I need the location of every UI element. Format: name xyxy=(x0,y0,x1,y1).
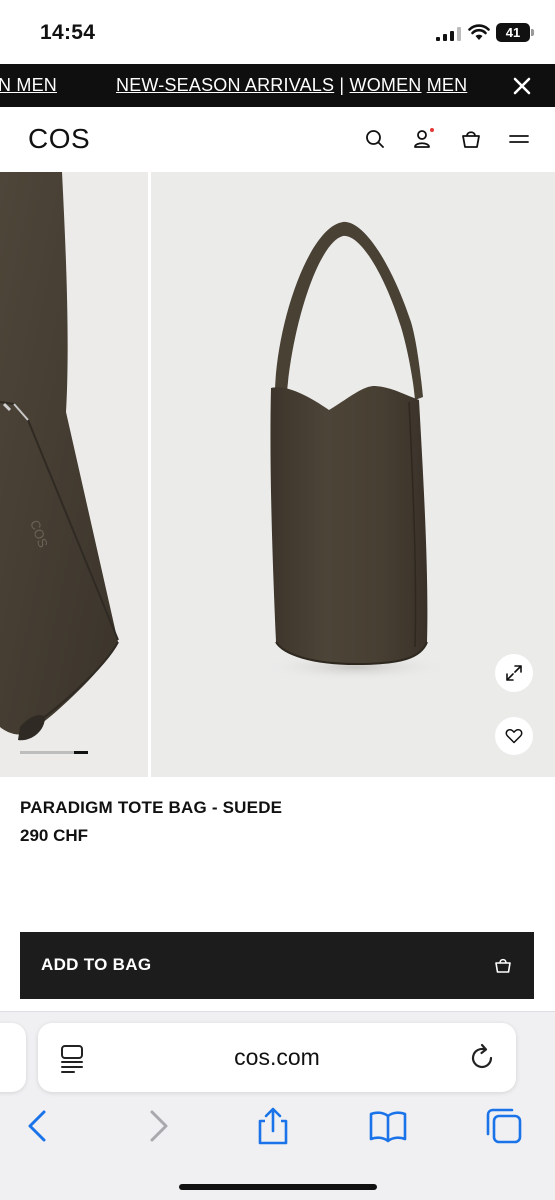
signal-icon xyxy=(436,27,461,41)
account-icon[interactable] xyxy=(411,127,435,151)
promo-message: NEW-SEASON ARRIVALS | WOMEN MEN xyxy=(116,75,467,96)
battery-icon: 41 xyxy=(496,23,530,42)
menu-icon[interactable] xyxy=(507,127,531,151)
bag-detail-image: COS xyxy=(0,172,119,741)
add-to-bag-label: ADD TO BAG xyxy=(41,955,152,974)
address-bar[interactable]: cos.com xyxy=(38,1023,516,1092)
share-icon[interactable] xyxy=(253,1106,293,1146)
battery-tip xyxy=(531,29,534,36)
forward-icon[interactable] xyxy=(138,1106,178,1146)
promo-separator: | xyxy=(339,75,345,95)
cos-logo[interactable]: COS xyxy=(28,123,90,155)
product-gallery[interactable]: COS xyxy=(0,172,555,777)
close-icon[interactable] xyxy=(508,72,536,100)
expand-icon xyxy=(506,665,522,681)
previous-tab-card[interactable] xyxy=(0,1023,26,1092)
promo-fragment[interactable]: N MEN xyxy=(0,75,57,96)
promo-link-men-fragment[interactable]: N MEN xyxy=(0,75,57,95)
url-text[interactable]: cos.com xyxy=(38,1044,516,1071)
account-notification-dot xyxy=(430,128,434,132)
browser-chrome: cos.com xyxy=(0,1011,555,1200)
home-indicator xyxy=(179,1184,377,1190)
promo-link-new-season[interactable]: NEW-SEASON ARRIVALS xyxy=(116,75,334,95)
product-price: 290 CHF xyxy=(20,826,89,845)
reload-icon[interactable] xyxy=(469,1043,497,1073)
heart-icon xyxy=(505,728,523,744)
back-icon[interactable] xyxy=(18,1106,58,1146)
bookmarks-icon[interactable] xyxy=(368,1106,408,1146)
search-icon[interactable] xyxy=(363,127,387,151)
product-image-main[interactable] xyxy=(151,172,555,777)
shopping-bag-icon[interactable] xyxy=(459,127,483,151)
promo-link-women[interactable]: WOMEN xyxy=(350,75,422,95)
status-time: 14:54 xyxy=(40,21,96,44)
product-image-detail[interactable]: COS xyxy=(0,172,148,777)
status-bar: 14:54 41 xyxy=(0,0,555,64)
wifi-icon xyxy=(468,24,490,40)
wishlist-button[interactable] xyxy=(495,717,533,755)
site-header: COS xyxy=(0,107,555,172)
tabs-icon[interactable] xyxy=(484,1106,524,1146)
gallery-pagination-active xyxy=(74,751,88,754)
gallery-pagination xyxy=(20,751,88,754)
promo-banner: N MEN NEW-SEASON ARRIVALS | WOMEN MEN xyxy=(0,64,555,107)
expand-button[interactable] xyxy=(495,654,533,692)
promo-link-men[interactable]: MEN xyxy=(427,75,468,95)
shopping-bag-icon xyxy=(495,958,511,973)
bag-main-image xyxy=(261,221,451,681)
product-name: PARADIGM TOTE BAG - SUEDE xyxy=(20,798,283,817)
add-to-bag-button[interactable]: ADD TO BAG xyxy=(20,932,534,999)
